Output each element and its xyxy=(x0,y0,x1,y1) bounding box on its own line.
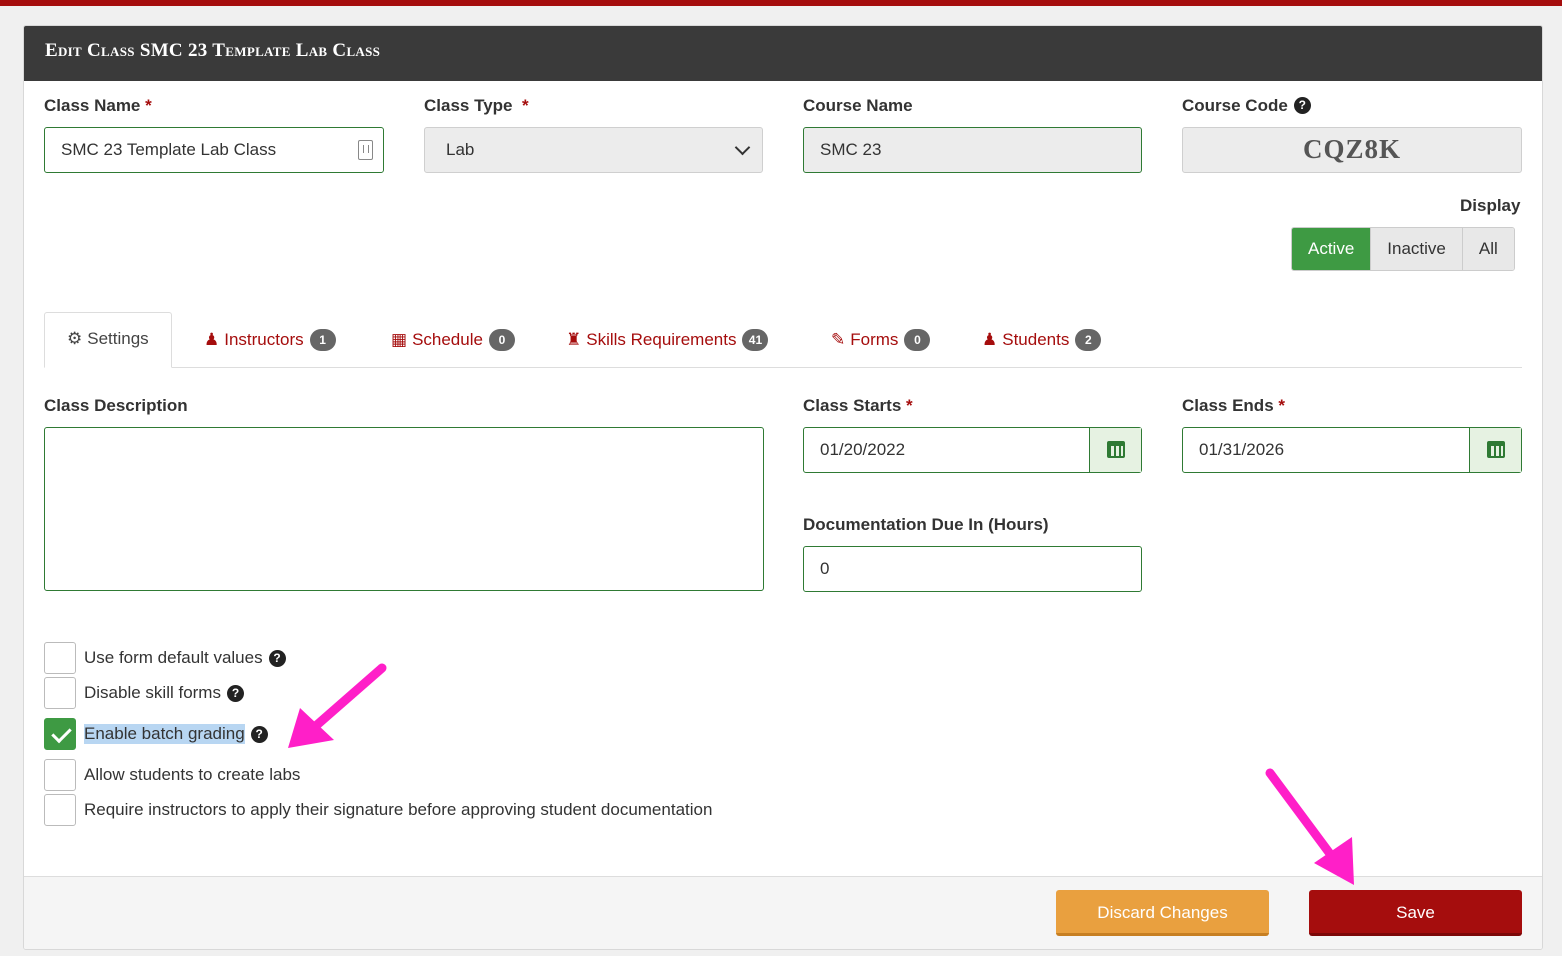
top-accent-bar xyxy=(0,0,1562,6)
tab-skills-requirements[interactable]: ♜ Skills Requirements 41 xyxy=(566,312,769,368)
class-type-label: Class Type * xyxy=(424,96,529,115)
contact-card-icon xyxy=(358,140,373,160)
count-badge: 0 xyxy=(488,329,515,351)
class-starts-input[interactable]: 01/20/2022 xyxy=(803,427,1142,473)
class-ends-input[interactable]: 01/31/2026 xyxy=(1182,427,1522,473)
help-icon[interactable]: ? xyxy=(226,684,244,702)
checkbox-enable-batch-grading[interactable]: Enable batch grading ? xyxy=(44,718,268,750)
tab-label: Students xyxy=(1002,330,1070,349)
checkbox-label: Use form default values xyxy=(84,648,263,667)
tab-label: Instructors xyxy=(224,330,304,349)
course-name-input: SMC 23 xyxy=(803,127,1142,173)
class-description-textarea[interactable] xyxy=(44,427,764,591)
course-code-label: Course Code? xyxy=(1182,96,1311,116)
user-icon: ♟ xyxy=(982,330,998,349)
user-icon: ♟ xyxy=(204,330,220,349)
doc-due-input[interactable]: 0 xyxy=(803,546,1142,592)
course-name-value: SMC 23 xyxy=(820,140,882,159)
checkbox-disable-skill-forms[interactable]: Disable skill forms ? xyxy=(44,677,244,709)
save-button[interactable]: Save xyxy=(1309,890,1522,936)
tab-forms[interactable]: ✎ Forms 0 xyxy=(831,312,931,368)
checkbox-use-form-defaults[interactable]: Use form default values ? xyxy=(44,642,286,674)
doc-due-label: Documentation Due In (Hours) xyxy=(803,515,1049,534)
chess-rook-icon: ♜ xyxy=(566,330,582,349)
checkbox[interactable] xyxy=(44,794,76,826)
count-badge: 41 xyxy=(742,329,769,351)
class-type-value: Lab xyxy=(446,140,475,159)
checkbox[interactable] xyxy=(44,759,76,791)
display-label: Display xyxy=(1460,196,1521,215)
pencil-icon: ✎ xyxy=(831,330,846,349)
annotation-arrow-icon xyxy=(288,663,387,748)
checkbox-require-signature[interactable]: Require instructors to apply their signa… xyxy=(44,794,712,826)
display-option-all[interactable]: All xyxy=(1461,228,1514,270)
class-name-value: SMC 23 Template Lab Class xyxy=(61,140,277,159)
tab-label: Settings xyxy=(87,329,149,348)
annotation-arrow-icon xyxy=(1265,768,1354,885)
tab-schedule[interactable]: ▦ Schedule 0 xyxy=(391,312,515,368)
discard-changes-button[interactable]: Discard Changes xyxy=(1056,890,1269,936)
checkbox-checked[interactable] xyxy=(44,718,76,750)
display-toggle: Active Inactive All xyxy=(1291,227,1515,271)
class-ends-calendar-button[interactable] xyxy=(1469,428,1521,472)
checkbox-label: Disable skill forms xyxy=(84,683,221,702)
tab-label: Schedule xyxy=(412,330,483,349)
class-name-input[interactable]: SMC 23 Template Lab Class xyxy=(44,127,384,173)
gear-icon: ⚙ xyxy=(67,329,83,348)
class-starts-value: 01/20/2022 xyxy=(820,440,906,459)
calendar-icon xyxy=(1487,441,1505,458)
class-type-select[interactable]: Lab xyxy=(424,127,763,173)
course-code-value: CQZ8K xyxy=(1182,127,1522,173)
calendar-icon xyxy=(1107,441,1125,458)
class-ends-label: Class Ends * xyxy=(1182,396,1286,415)
checkbox-allow-students-labs[interactable]: Allow students to create labs xyxy=(44,759,300,791)
calendar-icon: ▦ xyxy=(391,330,408,349)
checkbox[interactable] xyxy=(44,642,76,674)
display-option-inactive[interactable]: Inactive xyxy=(1370,228,1462,270)
checkbox[interactable] xyxy=(44,677,76,709)
chevron-down-icon xyxy=(734,139,751,156)
class-starts-calendar-button[interactable] xyxy=(1089,428,1141,472)
class-starts-label: Class Starts * xyxy=(803,396,913,415)
display-option-active[interactable]: Active xyxy=(1292,228,1371,270)
tab-students[interactable]: ♟ Students 2 xyxy=(982,312,1102,368)
tab-settings[interactable]: ⚙ Settings xyxy=(44,312,172,368)
help-icon[interactable]: ? xyxy=(1293,97,1311,114)
tab-label: Forms xyxy=(850,330,899,349)
tab-label: Skills Requirements xyxy=(586,330,737,349)
count-badge: 0 xyxy=(904,329,931,351)
count-badge: 2 xyxy=(1075,329,1102,351)
course-name-label: Course Name xyxy=(803,96,913,115)
tab-instructors[interactable]: ♟ Instructors 1 xyxy=(204,312,336,368)
class-name-label: Class Name * xyxy=(44,96,152,115)
doc-due-value: 0 xyxy=(820,559,830,578)
class-description-label: Class Description xyxy=(44,396,188,415)
class-ends-value: 01/31/2026 xyxy=(1199,440,1285,459)
count-badge: 1 xyxy=(309,329,336,351)
help-icon[interactable]: ? xyxy=(250,725,268,743)
panel-title: Edit Class SMC 23 Template Lab Class xyxy=(24,26,1542,81)
checkbox-label: Allow students to create labs xyxy=(84,765,301,784)
checkbox-label: Enable batch grading xyxy=(84,724,245,744)
checkbox-label: Require instructors to apply their signa… xyxy=(84,800,713,819)
